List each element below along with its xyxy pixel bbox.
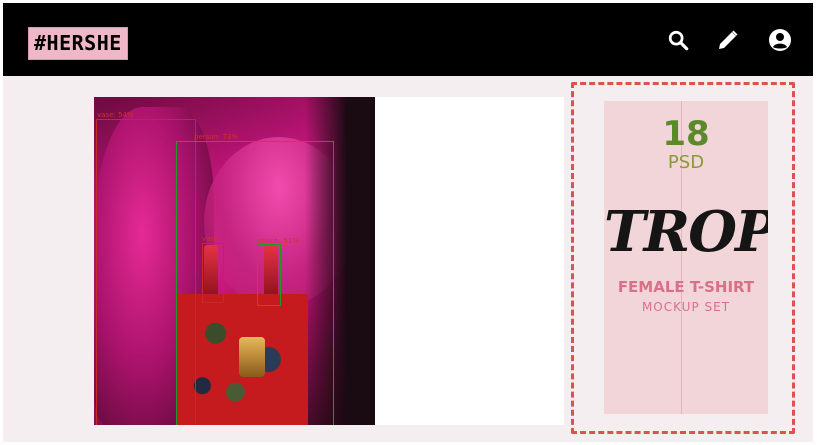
ad-unit: PSD bbox=[667, 152, 705, 173]
detection-label: vase: 54% bbox=[97, 111, 134, 119]
detection-label: couch: 51% bbox=[258, 237, 299, 245]
detection-label: person: 73% bbox=[194, 133, 239, 141]
ad-subtitle-2: MOCKUP SET bbox=[641, 300, 731, 314]
photo-bag-handle bbox=[204, 245, 218, 300]
pencil-icon[interactable] bbox=[715, 27, 741, 53]
search-icon[interactable] bbox=[665, 27, 691, 53]
ad-number: 18 bbox=[662, 114, 710, 154]
post-photo[interactable]: vase: 54% person: 73% couch: 51% vase bbox=[94, 97, 375, 425]
ad-title: TROPIC bbox=[604, 199, 768, 265]
photo-bag-clasp bbox=[239, 337, 265, 377]
ad-subtitle: FEMALE T-SHIRT bbox=[617, 278, 755, 296]
photo-bag-handle bbox=[264, 245, 278, 300]
ad-banner[interactable]: 18 PSD TROPIC FEMALE T-SHIRT MOCKUP SET bbox=[604, 101, 768, 414]
account-circle-icon[interactable] bbox=[767, 27, 793, 53]
top-navbar: #HERSHE bbox=[3, 3, 813, 76]
site-logo[interactable]: #HERSHE bbox=[28, 27, 128, 60]
photo-shadow bbox=[305, 97, 375, 425]
detection-label: vase bbox=[202, 235, 219, 243]
